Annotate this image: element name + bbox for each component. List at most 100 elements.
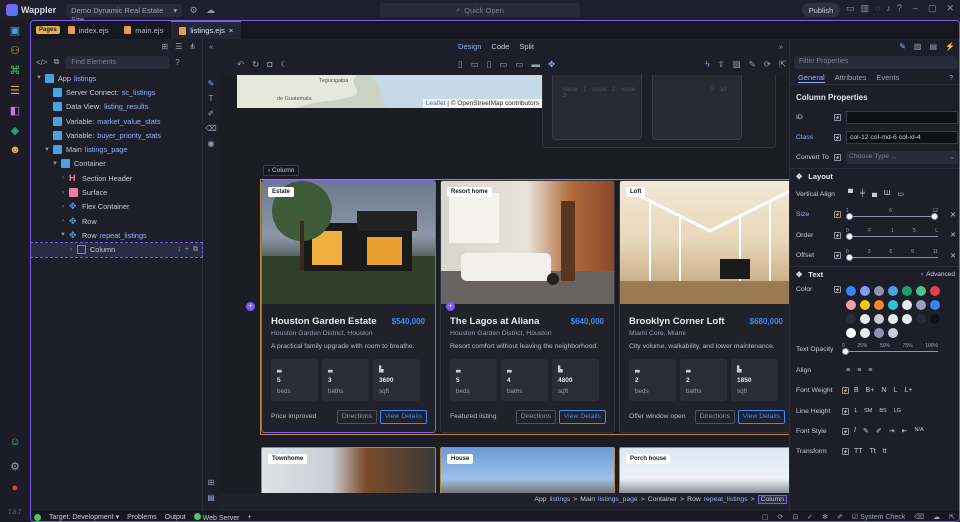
edit-icon[interactable]: ✎ xyxy=(208,79,215,88)
list-icon[interactable]: ☰ xyxy=(175,42,182,51)
color-swatch[interactable] xyxy=(888,285,898,296)
find-elements-input[interactable]: Find Elements xyxy=(65,55,170,69)
tree-item-container[interactable]: ▼ Container xyxy=(31,157,202,171)
settings-icon[interactable]: ⚙ xyxy=(188,5,199,16)
chart-icon[interactable]: ▥ xyxy=(861,3,870,14)
tab-main[interactable]: main.ejs xyxy=(116,21,171,39)
workflows-icon[interactable]: ⚇ xyxy=(0,40,30,60)
tree-item-surface[interactable]: › Surface xyxy=(31,185,202,199)
nowrap-icon[interactable]: ⇤ xyxy=(902,427,908,435)
trash-icon[interactable]: ⌫ xyxy=(205,124,216,133)
color-swatch[interactable] xyxy=(902,313,912,324)
view-details-button[interactable]: View Details xyxy=(558,410,606,424)
text-icon[interactable]: T xyxy=(209,94,214,103)
tree-item-server-connect[interactable]: Server Connect: sc_listings xyxy=(31,85,202,99)
layout-icon[interactable]: ▢ xyxy=(762,513,769,521)
clear-icon[interactable]: ✕ xyxy=(950,211,956,219)
move-icon[interactable]: ↕ xyxy=(177,246,181,254)
properties-icon[interactable]: ✎ xyxy=(899,42,906,51)
eraser-icon[interactable]: ⌫ xyxy=(914,513,924,521)
help-icon[interactable]: ? xyxy=(175,58,179,67)
id-field[interactable] xyxy=(846,110,958,124)
class-field[interactable]: col-12 col-md-6 col-xl-4 xyxy=(846,131,958,145)
color-swatch[interactable] xyxy=(874,299,884,310)
tree-item-data-view[interactable]: Data View: listing_results xyxy=(31,100,202,114)
color-swatch[interactable] xyxy=(860,313,870,324)
api-icon[interactable]: ⌘ xyxy=(0,60,30,80)
tree-item-column[interactable]: › Column ↕ + ⧉ xyxy=(31,241,203,258)
listing-card[interactable]: Loft Brooklyn Corner Loft $680,000 Miami… xyxy=(619,180,789,433)
undo-icon[interactable]: ↶ xyxy=(237,59,244,70)
drop-icon[interactable]: ◌ xyxy=(875,3,880,14)
flash-icon[interactable]: ⚡ xyxy=(945,42,955,51)
edit-icon[interactable]: ✎ xyxy=(749,59,756,70)
directions-button[interactable]: Directions xyxy=(694,410,735,424)
refresh-icon[interactable]: ↻ xyxy=(252,59,259,70)
tablet-portrait-icon[interactable]: ▯ xyxy=(487,59,492,70)
minimize-icon[interactable]: – xyxy=(913,3,918,14)
listing-card[interactable]: Resort home The Lagos at Aliana $640,000… xyxy=(440,180,615,433)
sync-icon[interactable]: ⟳ xyxy=(764,59,771,70)
problems-tab[interactable]: Problems xyxy=(127,514,157,521)
refresh-icon[interactable]: ⟳ xyxy=(777,513,783,521)
copy-icon[interactable]: ⧉ xyxy=(193,246,198,254)
bind-icon[interactable]: ⚡ xyxy=(834,211,841,219)
monitor-icon[interactable]: ▬ xyxy=(531,59,540,69)
chevron-down-icon[interactable]: ▼ xyxy=(35,75,43,81)
eye-icon[interactable]: ◉ xyxy=(208,139,215,148)
color-swatch[interactable] xyxy=(846,285,856,296)
database-icon[interactable]: ☰ xyxy=(0,80,30,100)
bug-icon[interactable]: ✻ xyxy=(822,513,828,521)
color-swatch[interactable] xyxy=(874,313,884,324)
chevron-down-icon[interactable]: ▼ xyxy=(59,232,67,238)
filter-properties-input[interactable]: Filter Properties xyxy=(794,55,957,69)
text-section[interactable]: ✥ Text ◐ Advanced xyxy=(790,265,959,282)
add-before-handle[interactable]: + xyxy=(246,302,255,311)
assets-icon[interactable]: ◆ xyxy=(0,120,30,140)
order-slider[interactable]: 0F15L xyxy=(846,228,938,242)
image-icon[interactable]: ▨ xyxy=(733,59,741,70)
bind-icon[interactable]: ⚡ xyxy=(834,113,841,121)
wrap-icon[interactable]: ⇥ xyxy=(889,427,895,435)
view-details-button[interactable]: View Details xyxy=(379,410,427,424)
opacity-slider[interactable]: 0 25% 50% 75% 100% xyxy=(842,343,938,357)
map[interactable]: Tegucigalpa de Guatemala Leaflet | © Ope… xyxy=(237,75,542,108)
quick-open-search[interactable]: ⌕ Quick Open xyxy=(380,3,580,17)
layout-section[interactable]: ✥ Layout xyxy=(790,168,959,184)
cloud-icon[interactable]: ☁ xyxy=(205,5,216,16)
bind-icon[interactable]: ⚡ xyxy=(842,407,849,415)
account-icon[interactable]: ● xyxy=(0,478,30,498)
tree-item-row[interactable]: › ✥ Row xyxy=(31,214,202,228)
add-icon[interactable]: + xyxy=(247,514,251,521)
copy-icon[interactable]: ⧉ xyxy=(54,57,60,67)
collapse-left-icon[interactable]: « xyxy=(209,42,213,51)
color-swatch[interactable] xyxy=(860,327,870,338)
server-icon[interactable]: ▤ xyxy=(929,42,937,51)
stretch-icon[interactable]: Ш xyxy=(884,190,890,198)
color-swatch[interactable] xyxy=(916,299,926,310)
bind-icon[interactable]: ⚡ xyxy=(834,154,841,162)
maximize-icon[interactable]: ▢ xyxy=(928,3,937,14)
grid-icon[interactable]: ⊞ xyxy=(208,478,215,487)
inspect-icon[interactable]: ⊡ xyxy=(792,513,798,521)
layout-icon[interactable]: ▭ xyxy=(846,3,855,14)
code-icon[interactable]: ▨ xyxy=(914,42,922,51)
edit-icon[interactable]: ✎ xyxy=(863,427,869,435)
tree-item-variable[interactable]: Variable: market_value_stats xyxy=(31,114,202,128)
help-icon[interactable]: ? xyxy=(949,73,953,82)
tree-item-variable[interactable]: Variable: buyer_priority_stats xyxy=(31,128,202,142)
brush-icon[interactable]: ✐ xyxy=(837,513,843,521)
laptop-icon[interactable]: ▭ xyxy=(499,59,507,70)
users-icon[interactable]: ☺ xyxy=(0,432,30,452)
color-swatch[interactable] xyxy=(916,313,926,324)
bolt-icon[interactable]: ϟ xyxy=(705,59,710,69)
color-swatch[interactable] xyxy=(930,285,940,296)
chevron-right-icon[interactable]: › xyxy=(67,247,75,253)
color-swatch[interactable] xyxy=(930,313,940,324)
tab-index[interactable]: index.ejs xyxy=(60,21,117,39)
color-swatch[interactable] xyxy=(930,299,940,310)
target-selector[interactable]: Target: Development ▾ xyxy=(49,513,119,521)
tree-item-row-repeat[interactable]: ▼ ✥ Row repeat_listings xyxy=(31,228,202,242)
color-swatch[interactable] xyxy=(846,313,856,324)
color-swatch[interactable] xyxy=(860,299,870,310)
